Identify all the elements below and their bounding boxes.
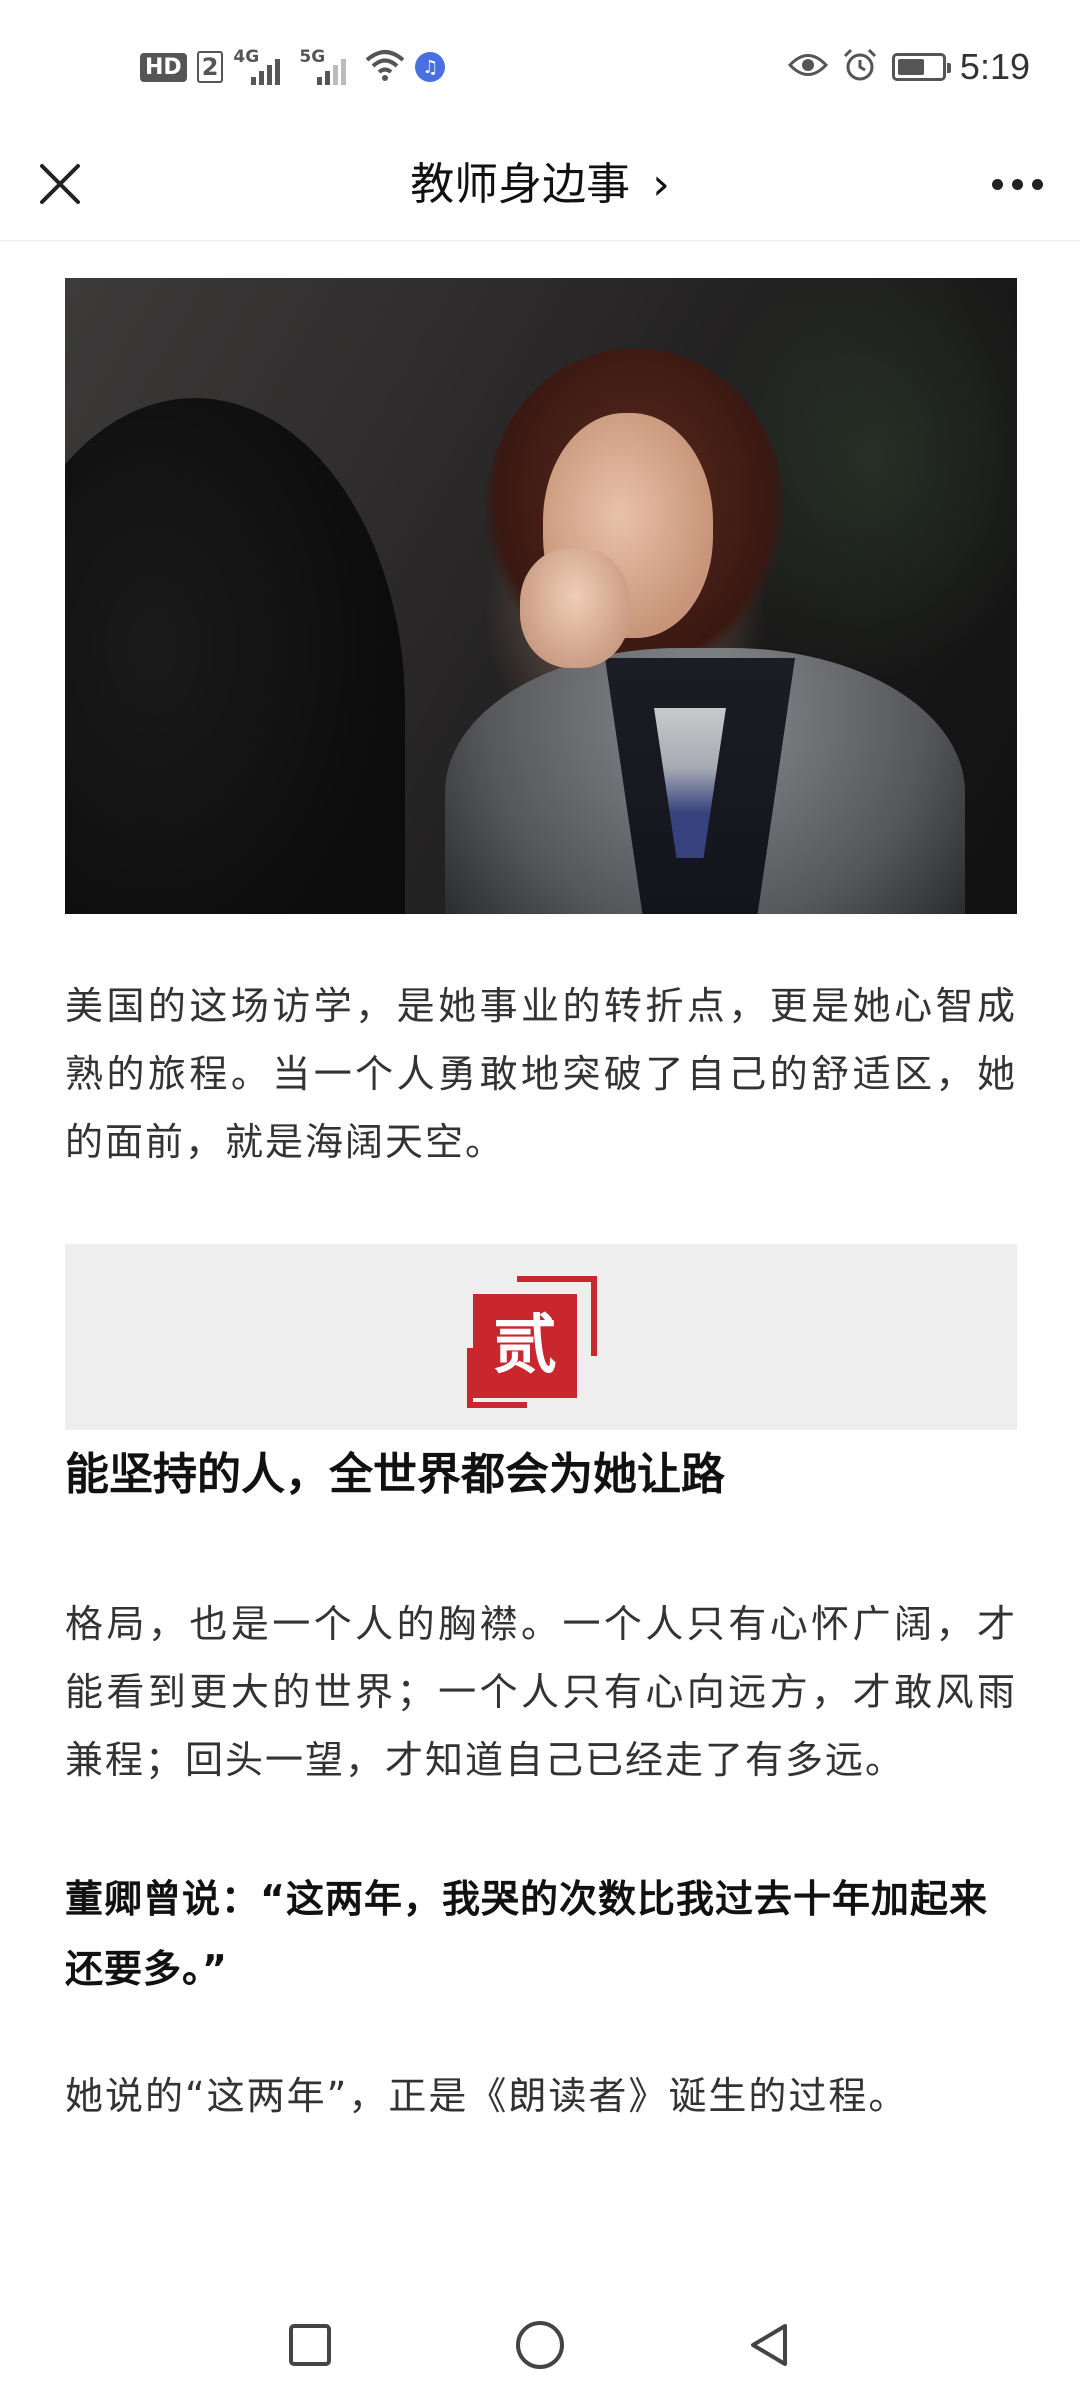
recent-apps-button[interactable]: [275, 2310, 345, 2380]
paragraph-1: 美国的这场访学，是她事业的转折点，更是她心智成熟的旅程。当一个人勇敢地突破了自己…: [65, 984, 1017, 1164]
paragraph-3: 她说的“这两年”，正是《朗读者》诞生的过程。: [65, 2074, 909, 2118]
section-number-seal: 贰: [467, 1276, 597, 1408]
alarm-icon: [842, 47, 878, 87]
back-icon: [751, 2324, 787, 2366]
sim-number: 2: [196, 51, 224, 83]
more-icon-dot: [1031, 178, 1043, 190]
more-button[interactable]: [982, 154, 1052, 214]
bold-quote: 董卿曾说：“这两年，我哭的次数比我过去十年加起来还要多。”: [65, 1877, 988, 1991]
article-header: 教师身边事 ›: [0, 130, 1080, 241]
eye-icon: [787, 52, 828, 82]
section-title: 能坚持的人，全世界都会为她让路: [65, 1449, 725, 1500]
home-icon: [516, 2321, 564, 2369]
signal-5g-icon: 5G: [299, 47, 355, 87]
chevron-right-icon: ›: [652, 159, 670, 210]
status-bar: HD 2 4G 5G ♫ 5:19: [0, 0, 1080, 130]
account-name: 教师身边事: [410, 159, 631, 210]
more-icon-dot: [1011, 178, 1023, 190]
section-banner: 贰: [65, 1244, 1017, 1430]
back-button[interactable]: [735, 2310, 805, 2380]
signal-4g-icon: 4G: [233, 47, 289, 87]
home-button[interactable]: [505, 2310, 575, 2380]
paragraph-2: 格局，也是一个人的胸襟。一个人只有心怀广阔，才能看到更大的世界；一个人只有心向远…: [65, 1602, 1017, 1782]
wifi-icon: [365, 48, 405, 86]
status-right: 5:19: [787, 42, 1030, 92]
battery-icon: [891, 53, 951, 81]
account-title-link[interactable]: 教师身边事 ›: [0, 130, 1080, 240]
recent-apps-icon: [289, 2324, 331, 2366]
hd-badge: HD: [140, 52, 187, 82]
more-icon-dot: [991, 178, 1003, 190]
status-left: HD 2 4G 5G ♫: [140, 42, 446, 92]
status-time: 5:19: [959, 46, 1030, 87]
music-icon: ♫: [415, 52, 446, 82]
article-body: 美国的这场访学，是她事业的转折点，更是她心智成熟的旅程。当一个人勇敢地突破了自己…: [65, 278, 1017, 2130]
seal-text: 贰: [473, 1294, 577, 1398]
system-nav-bar: [0, 2290, 1080, 2400]
article-photo: [65, 278, 1017, 914]
